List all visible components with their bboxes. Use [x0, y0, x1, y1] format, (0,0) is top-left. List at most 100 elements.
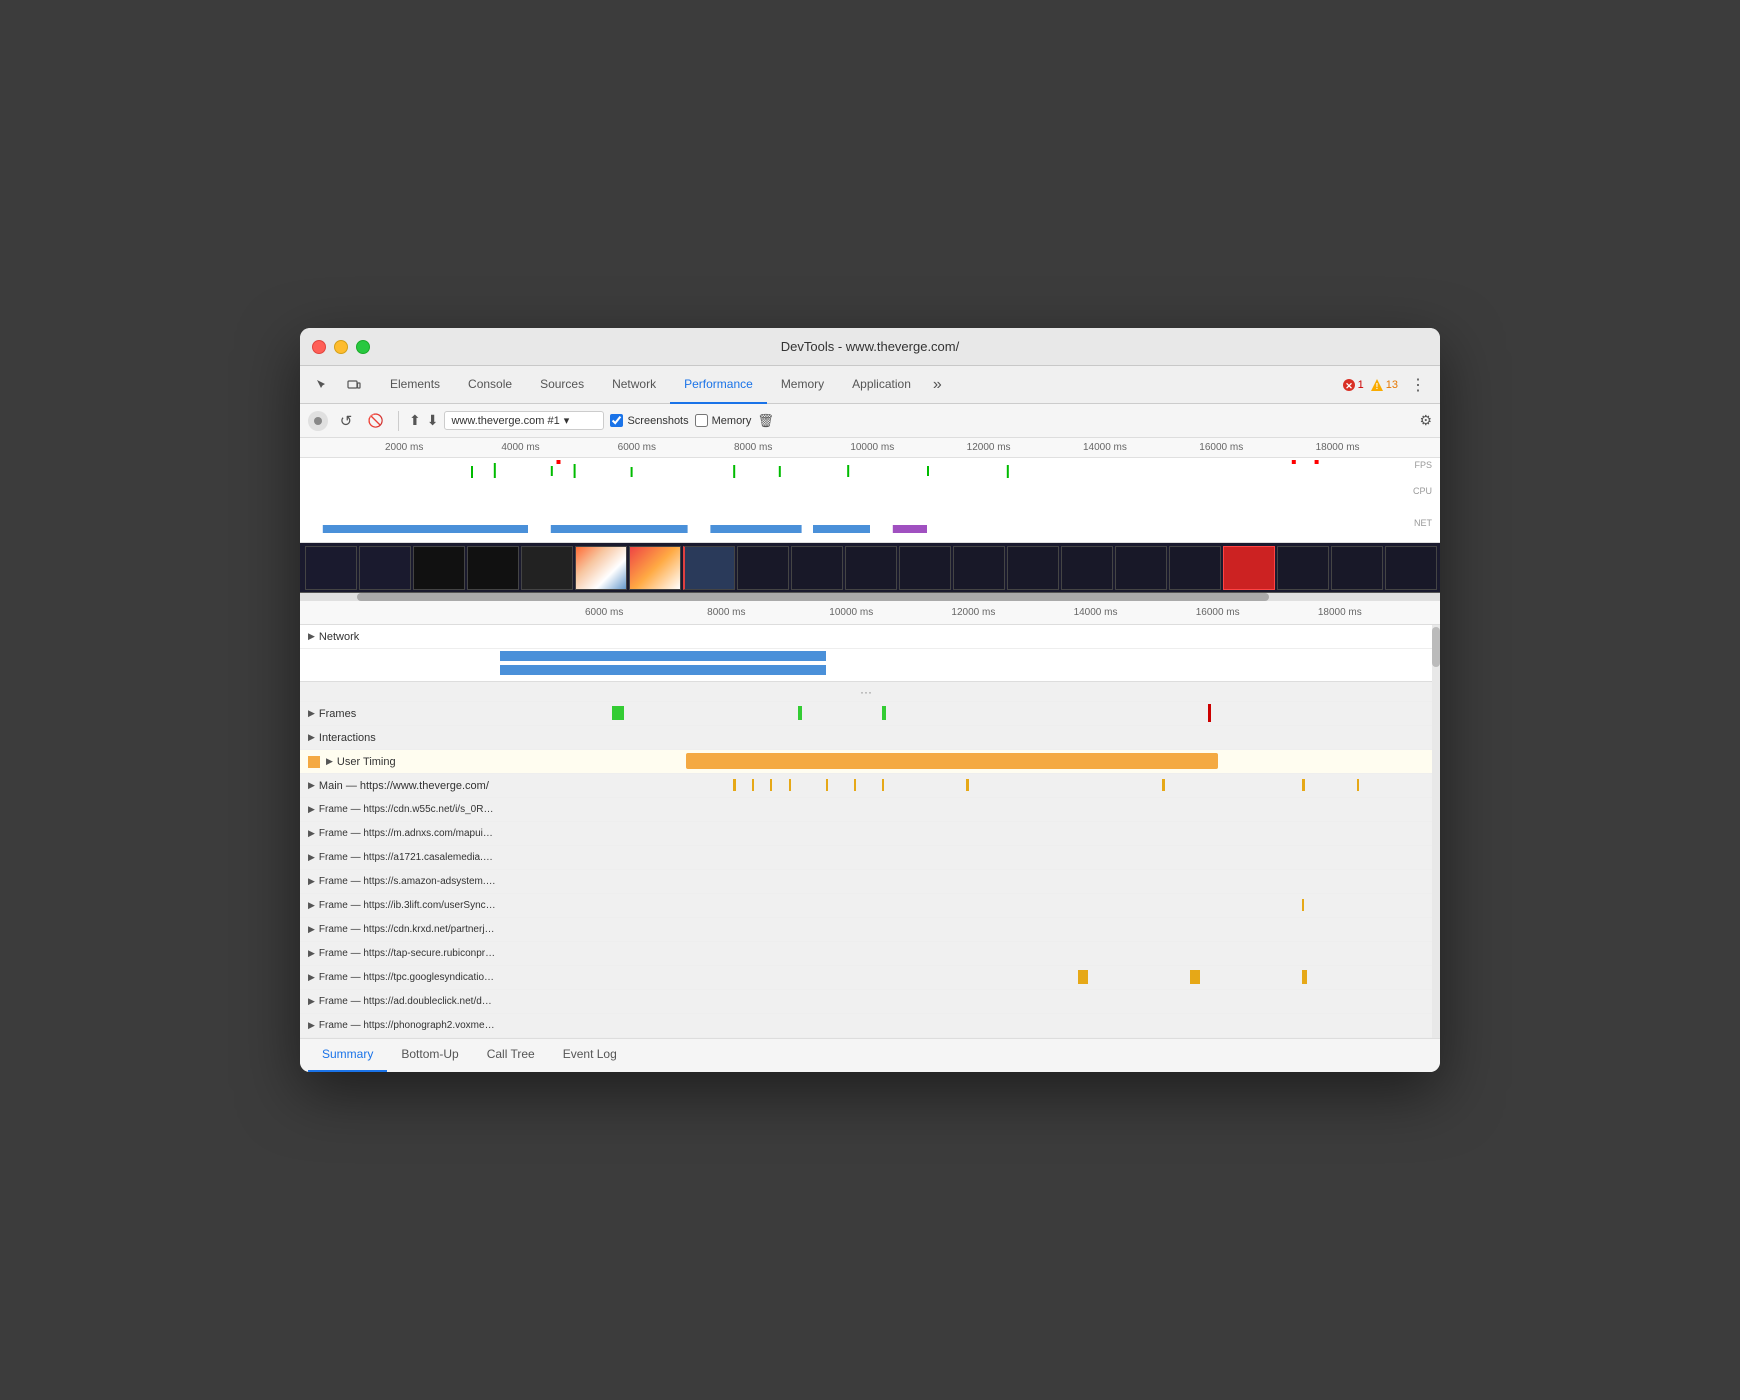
filmstrip-frame[interactable]: [359, 546, 411, 590]
tab-application[interactable]: Application: [838, 366, 925, 404]
tab-performance[interactable]: Performance: [670, 366, 767, 404]
screenshots-checkbox-label[interactable]: Screenshots: [610, 414, 688, 427]
screenshots-checkbox[interactable]: [610, 414, 623, 427]
frame-10-label-text: Frame — https://phonograph2.voxmedia.com…: [319, 1020, 496, 1031]
filmstrip-frame[interactable]: [953, 546, 1005, 590]
frame-5-expand-icon[interactable]: ▶: [308, 900, 315, 911]
warning-badge[interactable]: ! 13: [1370, 378, 1398, 392]
inspect-icon[interactable]: [308, 371, 336, 399]
time-markers-top: 2000 ms 4000 ms 6000 ms 8000 ms 10000 ms…: [385, 442, 1432, 453]
filmstrip-frame[interactable]: [1115, 546, 1167, 590]
horizontal-scrollbar[interactable]: [300, 593, 1440, 601]
close-button[interactable]: [312, 340, 326, 354]
frame-5-bar: [1302, 899, 1304, 911]
more-tabs-icon[interactable]: »: [925, 376, 950, 394]
filmstrip-frame-colorful[interactable]: [575, 546, 627, 590]
tab-memory[interactable]: Memory: [767, 366, 838, 404]
main-thread-label[interactable]: ▶ Main — https://www.theverge.com/: [300, 780, 500, 792]
trash-button[interactable]: 🗑: [757, 413, 774, 429]
tab-console[interactable]: Console: [454, 366, 526, 404]
time-ruler-top: 2000 ms 4000 ms 6000 ms 8000 ms 10000 ms…: [300, 438, 1440, 458]
interactions-label[interactable]: ▶ Interactions: [300, 732, 500, 744]
frame-6-label[interactable]: ▶ Frame — https://cdn.krxd.net/partnerjs…: [300, 924, 500, 935]
filmstrip-frame[interactable]: [467, 546, 519, 590]
filmstrip-frame[interactable]: [899, 546, 951, 590]
network-expand-icon[interactable]: ▶: [308, 631, 315, 642]
filmstrip-frame-colorful[interactable]: [629, 546, 681, 590]
reload-record-button[interactable]: ↺: [334, 409, 358, 433]
user-timing-label[interactable]: ▶ User Timing: [300, 756, 500, 768]
frame-8-expand-icon[interactable]: ▶: [308, 972, 315, 983]
frame-2-expand-icon[interactable]: ▶: [308, 828, 315, 839]
tab-event-log[interactable]: Event Log: [549, 1038, 631, 1072]
filmstrip-frame[interactable]: [1007, 546, 1059, 590]
url-selector[interactable]: www.theverge.com #1 ▾: [444, 411, 604, 430]
tab-sources[interactable]: Sources: [526, 366, 598, 404]
filmstrip-frame[interactable]: [1061, 546, 1113, 590]
filmstrip-frame[interactable]: [1169, 546, 1221, 590]
tab-summary[interactable]: Summary: [308, 1038, 387, 1072]
tab-network[interactable]: Network: [598, 366, 670, 404]
frame-2-label-text: Frame — https://m.adnxs.com/mapuid?membe…: [319, 828, 496, 839]
tab-elements[interactable]: Elements: [376, 366, 454, 404]
maximize-button[interactable]: [356, 340, 370, 354]
filmstrip-frame[interactable]: [737, 546, 789, 590]
clear-button[interactable]: 🚫: [364, 409, 388, 433]
frame-10-expand-icon[interactable]: ▶: [308, 1020, 315, 1031]
main-thread-label-text: Main — https://www.theverge.com/: [319, 780, 489, 792]
upload-button[interactable]: ⬆: [409, 412, 421, 429]
device-toggle-icon[interactable]: [340, 371, 368, 399]
frame-7-label[interactable]: ▶ Frame — https://tap-secure.rubiconproj…: [300, 948, 500, 959]
record-button[interactable]: [308, 411, 328, 431]
settings-icon[interactable]: ⚙: [1419, 412, 1432, 429]
memory-checkbox-label[interactable]: Memory: [695, 414, 752, 427]
vertical-scrollbar[interactable]: [1432, 625, 1440, 1038]
v-scrollbar-thumb[interactable]: [1432, 627, 1440, 667]
main-expand-icon[interactable]: ▶: [308, 780, 315, 791]
tab-call-tree[interactable]: Call Tree: [473, 1038, 549, 1072]
frame-10-label[interactable]: ▶ Frame — https://phonograph2.voxmedia.c…: [300, 1020, 500, 1031]
main-bar-3: [770, 779, 772, 791]
filmstrip-frame[interactable]: [1331, 546, 1383, 590]
frame-4-expand-icon[interactable]: ▶: [308, 876, 315, 887]
filmstrip-frame[interactable]: [791, 546, 843, 590]
frame-bar-3: [882, 706, 886, 720]
filmstrip-frame[interactable]: [1385, 546, 1437, 590]
frame-1-label[interactable]: ▶ Frame — https://cdn.w55c.net/i/s_0RB7U…: [300, 804, 500, 815]
interactions-expand-icon[interactable]: ▶: [308, 732, 315, 743]
user-timing-expand-icon[interactable]: ▶: [326, 756, 333, 767]
tab-bottom-up[interactable]: Bottom-Up: [387, 1038, 472, 1072]
filmstrip-frame[interactable]: [413, 546, 465, 590]
frame-5-label[interactable]: ▶ Frame — https://ib.3lift.com/userSync.…: [300, 900, 500, 911]
frame-9-expand-icon[interactable]: ▶: [308, 996, 315, 1007]
scrollbar-thumb[interactable]: [357, 593, 1269, 601]
frame-8-label[interactable]: ▶ Frame — https://tpc.googlesyndication.…: [300, 972, 500, 983]
filmstrip-frame[interactable]: [683, 546, 735, 590]
frame-7-expand-icon[interactable]: ▶: [308, 948, 315, 959]
frame-9-label[interactable]: ▶ Frame — https://ad.doubleclick.net/ddm…: [300, 996, 500, 1007]
memory-checkbox[interactable]: [695, 414, 708, 427]
time-marker-7: 16000 ms: [1199, 442, 1315, 453]
filmstrip-frame[interactable]: [845, 546, 897, 590]
frames-label[interactable]: ▶ Frames: [300, 708, 500, 720]
tm2-2: 10000 ms: [829, 607, 951, 618]
minimize-button[interactable]: [334, 340, 348, 354]
filmstrip-frame[interactable]: [1223, 546, 1275, 590]
download-button[interactable]: ⬇: [427, 412, 439, 429]
frame-2-label[interactable]: ▶ Frame — https://m.adnxs.com/mapuid?mem…: [300, 828, 500, 839]
frames-expand-icon[interactable]: ▶: [308, 708, 315, 719]
traffic-lights: [312, 340, 370, 354]
frame-3-expand-icon[interactable]: ▶: [308, 852, 315, 863]
filmstrip-frame[interactable]: [305, 546, 357, 590]
filmstrip-frame[interactable]: [521, 546, 573, 590]
frame-4-label[interactable]: ▶ Frame — https://s.amazon-adsystem.com/…: [300, 876, 500, 887]
interactions-track: ▶ Interactions: [300, 726, 1432, 750]
frame-1-expand-icon[interactable]: ▶: [308, 804, 315, 815]
error-badge[interactable]: ✕ 1: [1342, 378, 1364, 392]
frames-label-text: Frames: [319, 708, 356, 720]
more-options-icon[interactable]: ⋮: [1404, 371, 1432, 399]
filmstrip-frame[interactable]: [1277, 546, 1329, 590]
frame-6-expand-icon[interactable]: ▶: [308, 924, 315, 935]
frame-3-label[interactable]: ▶ Frame — https://a1721.casalemedia.com/…: [300, 852, 500, 863]
main-bar-2: [752, 779, 754, 791]
